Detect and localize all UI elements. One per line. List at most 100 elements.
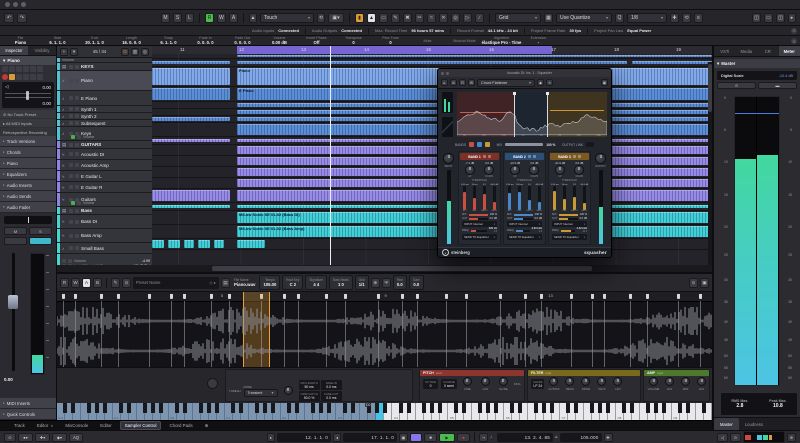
track-lane[interactable]: [152, 109, 712, 116]
slice-marker-handle[interactable]: [100, 294, 103, 299]
record-enable-mini-button[interactable]: [71, 135, 75, 139]
band-header-1[interactable]: BAND 1: [460, 153, 499, 160]
piano-black-key[interactable]: [686, 403, 690, 413]
digital-scale-row[interactable]: Digital Scale-10.4 dB: [717, 71, 797, 80]
track-lane[interactable]: [152, 145, 712, 156]
inspector-section-midi-inserts[interactable]: ▸MIDI Inserts: [0, 398, 56, 409]
output-gain-knob[interactable]: [593, 153, 608, 164]
audio-quantize-button[interactable]: AQ: [69, 433, 83, 442]
track-control-button[interactable]: [37, 66, 43, 72]
track-control-button[interactable]: [23, 74, 29, 80]
sampler-field-signature[interactable]: Signature4 4: [305, 275, 327, 290]
track-solo-button[interactable]: [75, 79, 79, 83]
zone-tab-editor[interactable]: Editor✕: [33, 422, 58, 429]
piano-black-key[interactable]: [151, 403, 155, 413]
cycle-button[interactable]: [410, 433, 422, 442]
track-lane[interactable]: E Piano: [152, 87, 712, 102]
mode-field-min-length[interactable]: MIN LENGTH50 ms: [299, 380, 320, 390]
channel-fader-handle[interactable]: [8, 295, 18, 309]
plugin-minimize-icon[interactable]: [446, 72, 449, 75]
track-row-synth-2[interactable]: ♪Synth 2: [57, 113, 152, 120]
global-w-button[interactable]: W: [217, 13, 226, 23]
track-row-acoustic-di[interactable]: ≈Acoustic DI: [57, 149, 152, 160]
track-row-bass-amp[interactable]: ≈Bass Amp: [57, 229, 152, 243]
infoline-column[interactable]: Extension-: [520, 36, 557, 45]
amp-knob-volume-0[interactable]: VOLUME: [647, 377, 660, 391]
slice-marker-handle[interactable]: [228, 294, 231, 299]
piano-black-key[interactable]: [590, 403, 594, 413]
track-mute-button[interactable]: [69, 209, 73, 213]
pointer-tool-icon[interactable]: ▲: [367, 13, 376, 23]
sampler-field-root-key[interactable]: Root KeyC 2: [282, 275, 303, 290]
piano-black-key[interactable]: [351, 403, 355, 413]
status-value[interactable]: 30 fps: [569, 28, 581, 33]
filter-shape-field[interactable]: SHAPELP 24: [531, 379, 544, 389]
band-freq-control[interactable]: FREQ520 Hz1.0: [460, 228, 499, 233]
track-lane[interactable]: [152, 137, 712, 145]
pitch-field-octave[interactable]: OCTAVE0: [423, 379, 438, 389]
track-mute-button[interactable]: [69, 107, 73, 111]
piano-black-key[interactable]: [95, 403, 99, 413]
piano-black-key[interactable]: [486, 403, 490, 413]
infoline-column[interactable]: Fade Out0. 0. 0. 0: [224, 36, 261, 45]
minimize-window-icon[interactable]: [13, 2, 18, 7]
slice-marker-handle[interactable]: [210, 294, 213, 299]
track-solo-button[interactable]: [75, 185, 79, 189]
piano-black-key[interactable]: [662, 403, 666, 413]
master-meter-header[interactable]: ▾Master: [714, 59, 800, 68]
slice-marker-handle[interactable]: [591, 294, 594, 299]
piano-black-key[interactable]: [518, 403, 522, 413]
cycle-region[interactable]: [237, 46, 552, 54]
plugin-bypass-button[interactable]: ⊘: [450, 79, 457, 86]
track-filter-dropdown[interactable]: ▾: [70, 48, 78, 56]
slice-marker-handle[interactable]: [377, 294, 380, 299]
slice-marker-handle[interactable]: [603, 294, 606, 299]
piano-black-key[interactable]: [375, 403, 379, 413]
zone-tab-track[interactable]: Track: [10, 422, 29, 429]
infoline-column[interactable]: End20. 1. 1. 0: [76, 36, 113, 45]
piano-black-key[interactable]: [430, 403, 434, 413]
piano-black-key[interactable]: [183, 403, 187, 413]
goto-left-locator-button[interactable]: ▸: [267, 433, 275, 442]
band-up-knob[interactable]: -10.3 dBUP: [510, 161, 521, 178]
add-track-button[interactable]: +: [60, 48, 68, 56]
band-up-knob[interactable]: -21.9 dBUP: [555, 161, 566, 178]
inspector-section-piano[interactable]: ▸Piano: [0, 158, 56, 169]
automation-mode-dropdown[interactable]: Touch: [260, 13, 314, 23]
suspend-autoscroll-button[interactable]: ▮: [355, 13, 364, 23]
plugin-write-button[interactable]: W: [468, 79, 475, 86]
band-header-2[interactable]: BAND 2: [505, 153, 544, 160]
channel-strip-row[interactable]: Volume-4.99: [62, 259, 150, 263]
pitch-knob-fine[interactable]: FINE: [460, 377, 475, 391]
infoline-column[interactable]: Volume0.00 dB: [261, 36, 298, 45]
spectrum-display[interactable]: 501005001k2k5k10k20k: [456, 91, 608, 138]
infoline-column[interactable]: Length16. 0. 0. 0: [113, 36, 150, 45]
audio-event[interactable]: [632, 61, 712, 65]
track-row-e-guitar-l[interactable]: ≈E Guitar L: [57, 171, 152, 182]
band-slider-gate[interactable]: -30.0 dBGATE: [580, 184, 589, 212]
mix-value[interactable]: 100 %: [546, 143, 555, 147]
mute-tool-icon[interactable]: ✕: [439, 13, 448, 23]
sync-visibility-icon[interactable]: ⊙: [121, 48, 129, 56]
root-key-marker[interactable]: C0: [365, 403, 371, 407]
pitch-knob-glide[interactable]: GLIDE: [496, 377, 511, 391]
piano-black-key[interactable]: [574, 403, 578, 413]
zone-tab-editor[interactable]: Editor: [96, 422, 115, 429]
slice-marker-handle[interactable]: [570, 294, 573, 299]
filter-knob-lfo[interactable]: LFO: [611, 377, 624, 391]
event-display[interactable]: PianoE PianoMiLow Sonic SE 01-02 (Bass D…: [152, 54, 712, 265]
track-row-bass[interactable]: ▤Bass: [57, 207, 152, 215]
band-down-knob[interactable]: 0.0 dBDOWN: [529, 161, 539, 178]
band-s-button[interactable]: [488, 155, 491, 158]
grid-type-dropdown[interactable]: Grid: [495, 13, 541, 23]
setup-zones-icon[interactable]: ⊕: [201, 422, 213, 430]
piano-black-key[interactable]: [143, 403, 147, 413]
sample-waveform-display[interactable]: 5913: [57, 292, 712, 367]
automation-l-button[interactable]: L: [185, 13, 194, 23]
goto-right-locator-button[interactable]: ◂: [333, 433, 341, 442]
track-control-button[interactable]: [30, 74, 36, 80]
track-solo-button[interactable]: [75, 220, 79, 224]
slice-marker-handle[interactable]: [117, 294, 120, 299]
track-solo-button[interactable]: [75, 163, 79, 167]
track-lane[interactable]: MiLow Sonic SE 01-02 (Bass Amp): [152, 225, 712, 239]
